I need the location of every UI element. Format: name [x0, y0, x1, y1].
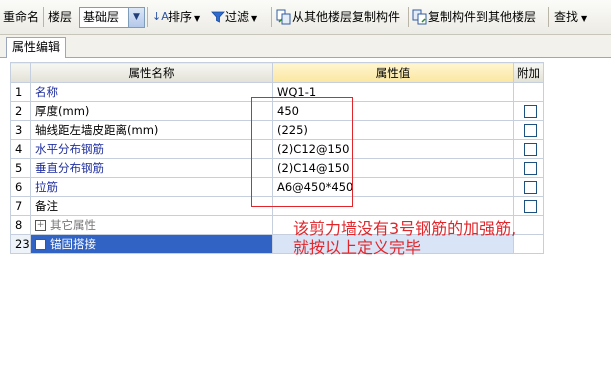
filter-button[interactable]: 过滤 ▼	[211, 8, 257, 26]
tab-property-edit[interactable]: 属性编辑	[6, 37, 67, 58]
extra-cell	[513, 215, 544, 235]
copy-from-floor-icon	[276, 9, 291, 25]
property-name[interactable]: 备注	[30, 196, 273, 216]
property-name[interactable]: 轴线距左墙皮距离(mm)	[30, 120, 273, 140]
property-name[interactable]: 名称	[30, 82, 273, 102]
row-number: 3	[10, 120, 31, 140]
annotation-note: 该剪力墙没有3号钢筋的加强筋, 就按以上定义完毕	[293, 219, 516, 257]
find-button[interactable]: 查找 ▼	[554, 8, 587, 26]
extra-cell	[513, 234, 544, 254]
sort-button[interactable]: ↓A排序 ▼	[152, 8, 200, 26]
expand-icon[interactable]: +	[35, 220, 46, 231]
floor-select-value: 基础层	[83, 10, 120, 24]
toolbar: 重命名 楼层 基础层 ▼ ↓A排序 ▼ 过滤 ▼ 从其他楼层复制构件 复制构件到其他…	[0, 0, 611, 35]
floor-label: 楼层	[48, 10, 73, 24]
row-number: 8	[10, 215, 31, 235]
expand-icon[interactable]: +	[35, 239, 46, 250]
annotation-line-2: 就按以上定义完毕	[293, 238, 422, 257]
chevron-down-icon: ▼	[251, 14, 258, 23]
row-number: 1	[10, 82, 31, 102]
floor-select[interactable]: 基础层 ▼	[79, 7, 145, 28]
toolbar-divider	[43, 7, 44, 27]
copy-to-floor-icon	[412, 9, 427, 25]
property-name[interactable]: 厚度(mm)	[30, 101, 273, 121]
property-group-label: 锚固搭接	[50, 237, 96, 251]
sort-icon: ↓A	[152, 10, 169, 23]
row-number: 2	[10, 101, 31, 121]
tab-strip: 属性编辑	[0, 35, 611, 58]
toolbar-divider	[271, 7, 272, 27]
chevron-down-icon: ▼	[581, 14, 588, 23]
row-number-header	[10, 62, 31, 83]
filter-icon	[211, 11, 225, 23]
column-header-name[interactable]: 属性名称	[30, 62, 273, 83]
column-header-extra[interactable]: 附加	[513, 62, 544, 83]
toolbar-divider	[548, 7, 549, 27]
chevron-down-icon: ▼	[194, 14, 201, 23]
rename-button[interactable]: 重命名	[3, 8, 39, 26]
chevron-down-icon[interactable]: ▼	[128, 8, 144, 27]
row-number: 7	[10, 196, 31, 216]
toolbar-divider	[408, 7, 409, 27]
column-header-value[interactable]: 属性值	[272, 62, 514, 83]
property-name[interactable]: 水平分布钢筋	[30, 139, 273, 159]
row-number: 23	[10, 234, 31, 254]
row-number: 6	[10, 177, 31, 197]
row-number: 4	[10, 139, 31, 159]
toolbar-divider	[147, 7, 148, 27]
extra-checkbox[interactable]	[524, 105, 537, 118]
find-label: 查找	[554, 10, 579, 24]
copy-from-floor-button[interactable]: 从其他楼层复制构件	[276, 8, 400, 26]
highlight-box	[251, 97, 353, 207]
extra-checkbox[interactable]	[524, 143, 537, 156]
property-group[interactable]: + 其它属性	[30, 215, 273, 235]
property-group[interactable]: + 锚固搭接	[30, 234, 273, 254]
extra-cell	[513, 82, 544, 102]
sort-label: 排序	[168, 10, 193, 24]
row-number: 5	[10, 158, 31, 178]
copy-to-floor-button[interactable]: 复制构件到其他楼层	[412, 8, 536, 26]
extra-checkbox[interactable]	[524, 124, 537, 137]
extra-checkbox[interactable]	[524, 162, 537, 175]
extra-checkbox[interactable]	[524, 181, 537, 194]
filter-label: 过滤	[225, 10, 250, 24]
extra-checkbox[interactable]	[524, 200, 537, 213]
copy-from-floor-label: 从其他楼层复制构件	[292, 10, 401, 24]
property-name[interactable]: 垂直分布钢筋	[30, 158, 273, 178]
property-group-label: 其它属性	[50, 218, 96, 232]
annotation-line-1: 该剪力墙没有3号钢筋的加强筋,	[293, 219, 517, 238]
copy-to-floor-label: 复制构件到其他楼层	[428, 10, 537, 24]
property-name[interactable]: 拉筋	[30, 177, 273, 197]
